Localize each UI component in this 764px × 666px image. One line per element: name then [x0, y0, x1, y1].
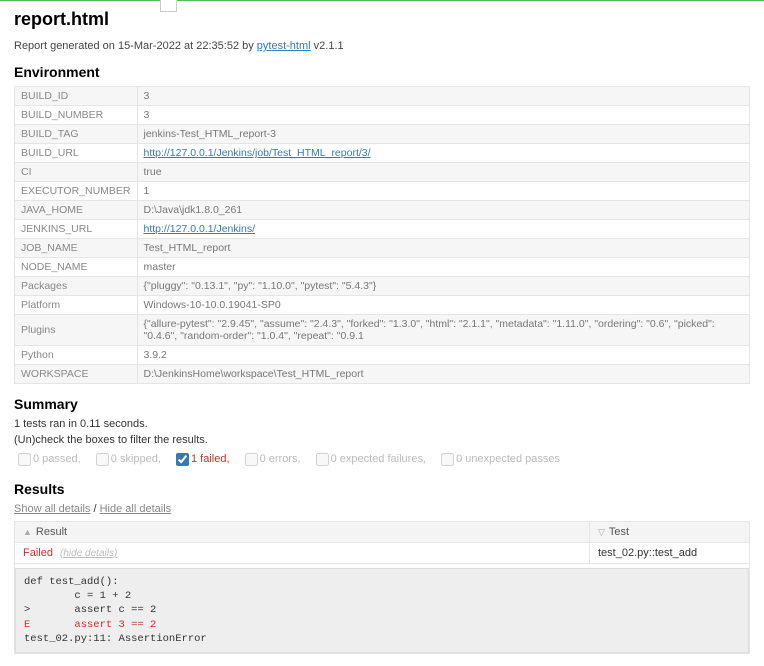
filter-xpass[interactable]: 0 unexpected passes [437, 453, 560, 465]
env-value: Windows-10-10.0.19041-SP0 [137, 296, 750, 315]
env-key: Platform [15, 296, 138, 315]
table-row: Failed (hide details) test_02.py::test_a… [15, 543, 750, 564]
env-row: PlatformWindows-10-10.0.19041-SP0 [15, 296, 750, 315]
env-row: BUILD_ID3 [15, 87, 750, 106]
env-key: JENKINS_URL [15, 220, 138, 239]
filter-passed[interactable]: 0 passed, [14, 453, 81, 465]
env-key: BUILD_TAG [15, 125, 138, 144]
filter-xfail-checkbox[interactable] [316, 453, 329, 466]
env-key: CI [15, 163, 138, 182]
env-value: 3 [137, 87, 750, 106]
env-row: BUILD_TAGjenkins-Test_HTML_report-3 [15, 125, 750, 144]
filter-skipped-checkbox[interactable] [96, 453, 109, 466]
env-key: Packages [15, 277, 138, 296]
env-row: EXECUTOR_NUMBER1 [15, 182, 750, 201]
filter-passed-checkbox[interactable] [18, 453, 31, 466]
env-value: 3 [137, 106, 750, 125]
filter-xfail[interactable]: 0 expected failures, [312, 453, 426, 465]
pytest-html-link[interactable]: pytest-html [257, 40, 311, 52]
env-table: BUILD_ID3BUILD_NUMBER3BUILD_TAGjenkins-T… [14, 86, 750, 384]
env-key: BUILD_NUMBER [15, 106, 138, 125]
env-key: JOB_NAME [15, 239, 138, 258]
env-value: master [137, 258, 750, 277]
env-value: D:\JenkinsHome\workspace\Test_HTML_repor… [137, 365, 750, 384]
env-key: NODE_NAME [15, 258, 138, 277]
env-key: Python [15, 346, 138, 365]
generated-info: Report generated on 15-Mar-2022 at 22:35… [14, 40, 750, 52]
env-row: Plugins{"allure-pytest": "2.9.45", "assu… [15, 315, 750, 346]
env-heading: Environment [14, 64, 750, 80]
env-row: NODE_NAMEmaster [15, 258, 750, 277]
results-table: ▲Result ▽Test Failed (hide details) test… [14, 521, 750, 654]
env-row: CItrue [15, 163, 750, 182]
sort-asc-icon: ▲ [23, 527, 32, 537]
env-row: JENKINS_URL http://127.0.0.1/Jenkins/ [15, 220, 750, 239]
env-key: WORKSPACE [15, 365, 138, 384]
test-cell: test_02.py::test_add [590, 543, 750, 564]
env-link[interactable]: http://127.0.0.1/Jenkins/job/Test_HTML_r… [144, 147, 371, 159]
env-value: Test_HTML_report [137, 239, 750, 258]
filters: 0 passed, 0 skipped, 1 failed, 0 errors,… [14, 450, 750, 469]
col-test[interactable]: ▽Test [590, 522, 750, 543]
summary-line: 1 tests ran in 0.11 seconds. [14, 418, 750, 430]
top-tab [160, 0, 177, 12]
filter-errors-checkbox[interactable] [245, 453, 258, 466]
env-row: JAVA_HOMED:\Java\jdk1.8.0_261 [15, 201, 750, 220]
env-key: JAVA_HOME [15, 201, 138, 220]
env-value: 3.9.2 [137, 346, 750, 365]
env-value: http://127.0.0.1/Jenkins/job/Test_HTML_r… [137, 144, 750, 163]
env-value: jenkins-Test_HTML_report-3 [137, 125, 750, 144]
show-all-details-link[interactable]: Show all details [14, 503, 90, 515]
filter-failed-checkbox[interactable] [176, 453, 189, 466]
traceback: def test_add(): c = 1 + 2> assert c == 2… [15, 568, 749, 653]
env-key: BUILD_URL [15, 144, 138, 163]
hide-details-link[interactable]: (hide details) [60, 548, 117, 559]
col-result[interactable]: ▲Result [15, 522, 590, 543]
env-row: Packages{"pluggy": "0.13.1", "py": "1.10… [15, 277, 750, 296]
env-key: Plugins [15, 315, 138, 346]
env-value: {"allure-pytest": "2.9.45", "assume": "2… [137, 315, 750, 346]
env-key: BUILD_ID [15, 87, 138, 106]
summary-heading: Summary [14, 396, 750, 412]
env-row: JOB_NAMETest_HTML_report [15, 239, 750, 258]
sort-desc-icon: ▽ [598, 527, 605, 537]
filter-failed[interactable]: 1 failed, [172, 453, 230, 465]
filter-skipped[interactable]: 0 skipped, [92, 453, 161, 465]
env-value: 1 [137, 182, 750, 201]
summary-hint: (Un)check the boxes to filter the result… [14, 434, 750, 446]
env-link[interactable]: http://127.0.0.1/Jenkins/ [144, 223, 256, 235]
env-row: BUILD_URL http://127.0.0.1/Jenkins/job/Te… [15, 144, 750, 163]
env-value: {"pluggy": "0.13.1", "py": "1.10.0", "py… [137, 277, 750, 296]
hide-all-details-link[interactable]: Hide all details [100, 503, 172, 515]
env-value: true [137, 163, 750, 182]
table-row-details: def test_add(): c = 1 + 2> assert c == 2… [15, 564, 750, 654]
env-row: Python3.9.2 [15, 346, 750, 365]
env-key: EXECUTOR_NUMBER [15, 182, 138, 201]
env-value: http://127.0.0.1/Jenkins/ [137, 220, 750, 239]
env-row: WORKSPACED:\JenkinsHome\workspace\Test_H… [15, 365, 750, 384]
filter-xpass-checkbox[interactable] [441, 453, 454, 466]
env-value: D:\Java\jdk1.8.0_261 [137, 201, 750, 220]
results-heading: Results [14, 481, 750, 497]
page-title: report.html [14, 9, 750, 30]
env-row: BUILD_NUMBER3 [15, 106, 750, 125]
filter-errors[interactable]: 0 errors, [241, 453, 301, 465]
result-cell: Failed (hide details) [15, 543, 590, 564]
